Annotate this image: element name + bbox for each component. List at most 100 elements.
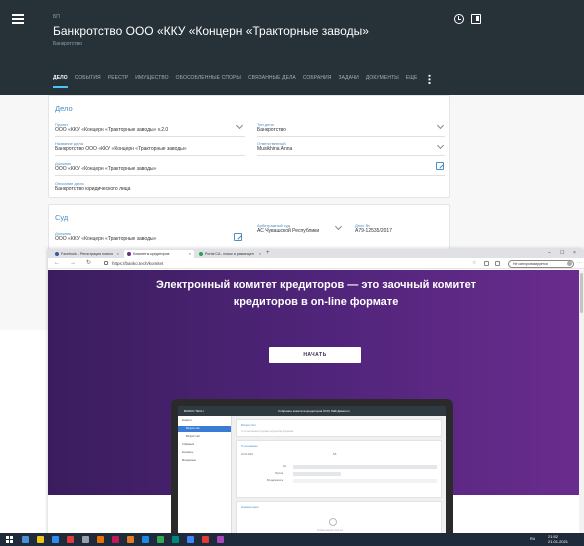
windows-start-icon[interactable]	[6, 536, 13, 543]
keyboard-language[interactable]: RU	[530, 537, 535, 541]
browser-tab-label: Portal CA - поиск и размещен	[205, 252, 254, 256]
mockup-sidebar-item: Материалы	[182, 459, 196, 462]
explorer-icon[interactable]	[67, 536, 74, 543]
teams-icon[interactable]	[82, 536, 89, 543]
description-value: Банкротство юридического лица	[55, 186, 131, 192]
arbitration-court-field[interactable]: Арбитражный суд АС Чувашской Республики	[257, 223, 319, 235]
taskbar-date: 21.01.2021	[548, 539, 569, 544]
mockup-voting-title: Голосование	[241, 444, 258, 448]
mockup-vote-row-label: Против	[275, 472, 284, 475]
firefox-icon[interactable]	[142, 536, 149, 543]
tab-6[interactable]: СВЯЗАННЫЕ ДЕЛА	[248, 73, 296, 89]
project-value: ООО «ККУ «Концерн «Тракторные заводы» v.…	[55, 127, 169, 133]
edit-court-debtor-icon[interactable]	[234, 233, 242, 241]
taskbar-clock[interactable]: 21:52 21.01.2021	[548, 534, 568, 544]
close-tab-icon[interactable]: ×	[189, 250, 191, 258]
task-view-icon[interactable]	[37, 536, 44, 543]
laptop-mockup: BANKO.TECH Собрание комитета кредиторов …	[171, 399, 453, 539]
mockup-logo: BANKO.TECH	[184, 409, 204, 413]
responsible-value: Musikhina Anna	[257, 146, 293, 152]
court-debtor-value: ООО «ККУ «Концерн «Тракторные заводы»	[55, 236, 157, 242]
browser-tab-committees[interactable]: Комитеты кредиторов ×	[124, 250, 194, 258]
opera-icon[interactable]	[127, 536, 134, 543]
browser-tab-label: Facebook - Регистрация нового	[61, 252, 114, 256]
tab-2[interactable]: СОБЫТИЯ	[75, 73, 101, 89]
address-bar[interactable]: https://banko.tech/komitet	[112, 259, 163, 268]
tab-9[interactable]: ДОКУМЕНТЫ	[366, 73, 399, 89]
mockup-question-text: О согласовании продажи имущества должник…	[241, 430, 294, 433]
description-field[interactable]: Описание дела Банкротство юридического л…	[55, 181, 130, 193]
back-icon[interactable]: ←	[54, 259, 60, 268]
mockup-question-card: Вопрос №1 О согласовании продажи имущест…	[236, 419, 442, 437]
minimize-icon[interactable]: –	[548, 249, 551, 258]
excel-icon[interactable]	[172, 536, 179, 543]
header-kicker: БП	[53, 14, 60, 20]
case-type-dropdown-chevron-icon[interactable]	[436, 121, 445, 130]
chrome-icon[interactable]	[112, 536, 119, 543]
case-type-field[interactable]: Тип дела Банкротство	[257, 122, 286, 134]
tab-8[interactable]: ЗАДАЧИ	[338, 73, 358, 89]
side-panel-icon[interactable]	[471, 14, 481, 24]
browser-tab-label: Комитеты кредиторов	[133, 252, 170, 256]
collections-icon[interactable]	[495, 261, 500, 266]
tab-4[interactable]: ИМУЩЕСТВО	[135, 73, 168, 89]
mockup-comments-title: Комментарии	[241, 505, 259, 509]
favorites-icon[interactable]	[484, 261, 489, 266]
mockup-sidebar-item: Вопрос №1	[178, 426, 231, 432]
court-debtor-field[interactable]: Должник ООО «ККУ «Концерн «Тракторные за…	[55, 231, 156, 243]
project-field[interactable]: Проект ООО «ККУ «Концерн «Тракторные зав…	[55, 122, 168, 134]
debtor-field[interactable]: Должник ООО «ККУ «Концерн «Тракторные за…	[55, 161, 156, 173]
edge-icon[interactable]	[52, 536, 59, 543]
forward-icon[interactable]: →	[70, 259, 76, 268]
laptop-screen: BANKO.TECH Собрание комитета кредиторов …	[178, 406, 446, 539]
start-button[interactable]: НАЧАТЬ	[269, 347, 361, 363]
facebook-favicon-icon	[55, 252, 59, 256]
word-icon[interactable]	[157, 536, 164, 543]
acrobat-icon[interactable]	[202, 536, 209, 543]
reload-icon[interactable]: ↻	[86, 259, 91, 268]
search-icon[interactable]	[22, 536, 29, 543]
more-vertical-icon[interactable]	[428, 74, 432, 85]
app-icon[interactable]	[217, 536, 224, 543]
close-tab-icon[interactable]: ×	[259, 250, 261, 258]
edit-debtor-icon[interactable]	[436, 162, 444, 170]
arbitration-court-value: АС Чувашской Республики	[257, 228, 320, 234]
browser-tab-facebook[interactable]: Facebook - Регистрация нового ×	[52, 250, 122, 258]
profile-sync-button[interactable]: Не синхронизируется	[508, 259, 574, 268]
case-number-field[interactable]: Дело № А79-12535/2017	[355, 223, 392, 235]
tab-10[interactable]: ЕЩЕ	[406, 73, 418, 89]
maximize-icon[interactable]: ☐	[560, 249, 564, 258]
mockup-sidebar-item: Комитет	[182, 419, 192, 422]
case-name-field[interactable]: Название дела Банкротство ООО «ККУ «Конц…	[55, 141, 187, 153]
mockup-vote-row-label: Воздержались	[267, 479, 284, 482]
close-window-icon[interactable]: ×	[573, 249, 576, 258]
history-clock-icon[interactable]	[454, 14, 464, 24]
responsible-field[interactable]: Ответственный Musikhina Anna	[257, 141, 292, 153]
mockup-vote-bar	[293, 465, 437, 469]
telegram-icon[interactable]	[187, 536, 194, 543]
mockup-vote-count: 5/5	[333, 453, 337, 456]
divider	[55, 155, 245, 156]
tab-1[interactable]: ДЕЛО	[53, 73, 68, 89]
mockup-comment-pen-icon	[329, 518, 337, 526]
browser-menu-icon[interactable]: ⋯	[577, 259, 582, 268]
project-dropdown-chevron-icon[interactable]	[235, 121, 244, 130]
mockup-title: Собрание комитета кредиторов ООО ЛайтДев…	[278, 409, 350, 413]
new-tab-icon[interactable]: +	[266, 249, 270, 258]
browser-scrollbar-thumb[interactable]	[580, 273, 583, 313]
profile-sync-label: Не синхронизируется	[513, 261, 548, 266]
responsible-dropdown-chevron-icon[interactable]	[436, 141, 445, 150]
bookmark-star-icon[interactable]: ☆	[472, 259, 476, 268]
tab-7[interactable]: СОБРАНИЯ	[303, 73, 332, 89]
browser-tab-portal[interactable]: Portal CA - поиск и размещен ×	[196, 250, 264, 258]
banko-favicon-icon	[127, 252, 131, 256]
mockup-sidebar-item: Контакты	[182, 451, 194, 454]
tab-5[interactable]: ОБОСОБЛЕННЫЕ СПОРЫ	[176, 73, 241, 89]
close-tab-icon[interactable]: ×	[117, 250, 119, 258]
settings-icon[interactable]	[97, 536, 104, 543]
court-dropdown-chevron-icon[interactable]	[334, 222, 343, 231]
mockup-sidebar-item: Собрания	[182, 443, 194, 446]
divider	[257, 136, 445, 137]
tab-3[interactable]: РЕЕСТР	[108, 73, 128, 89]
hamburger-menu-icon[interactable]	[12, 14, 24, 24]
